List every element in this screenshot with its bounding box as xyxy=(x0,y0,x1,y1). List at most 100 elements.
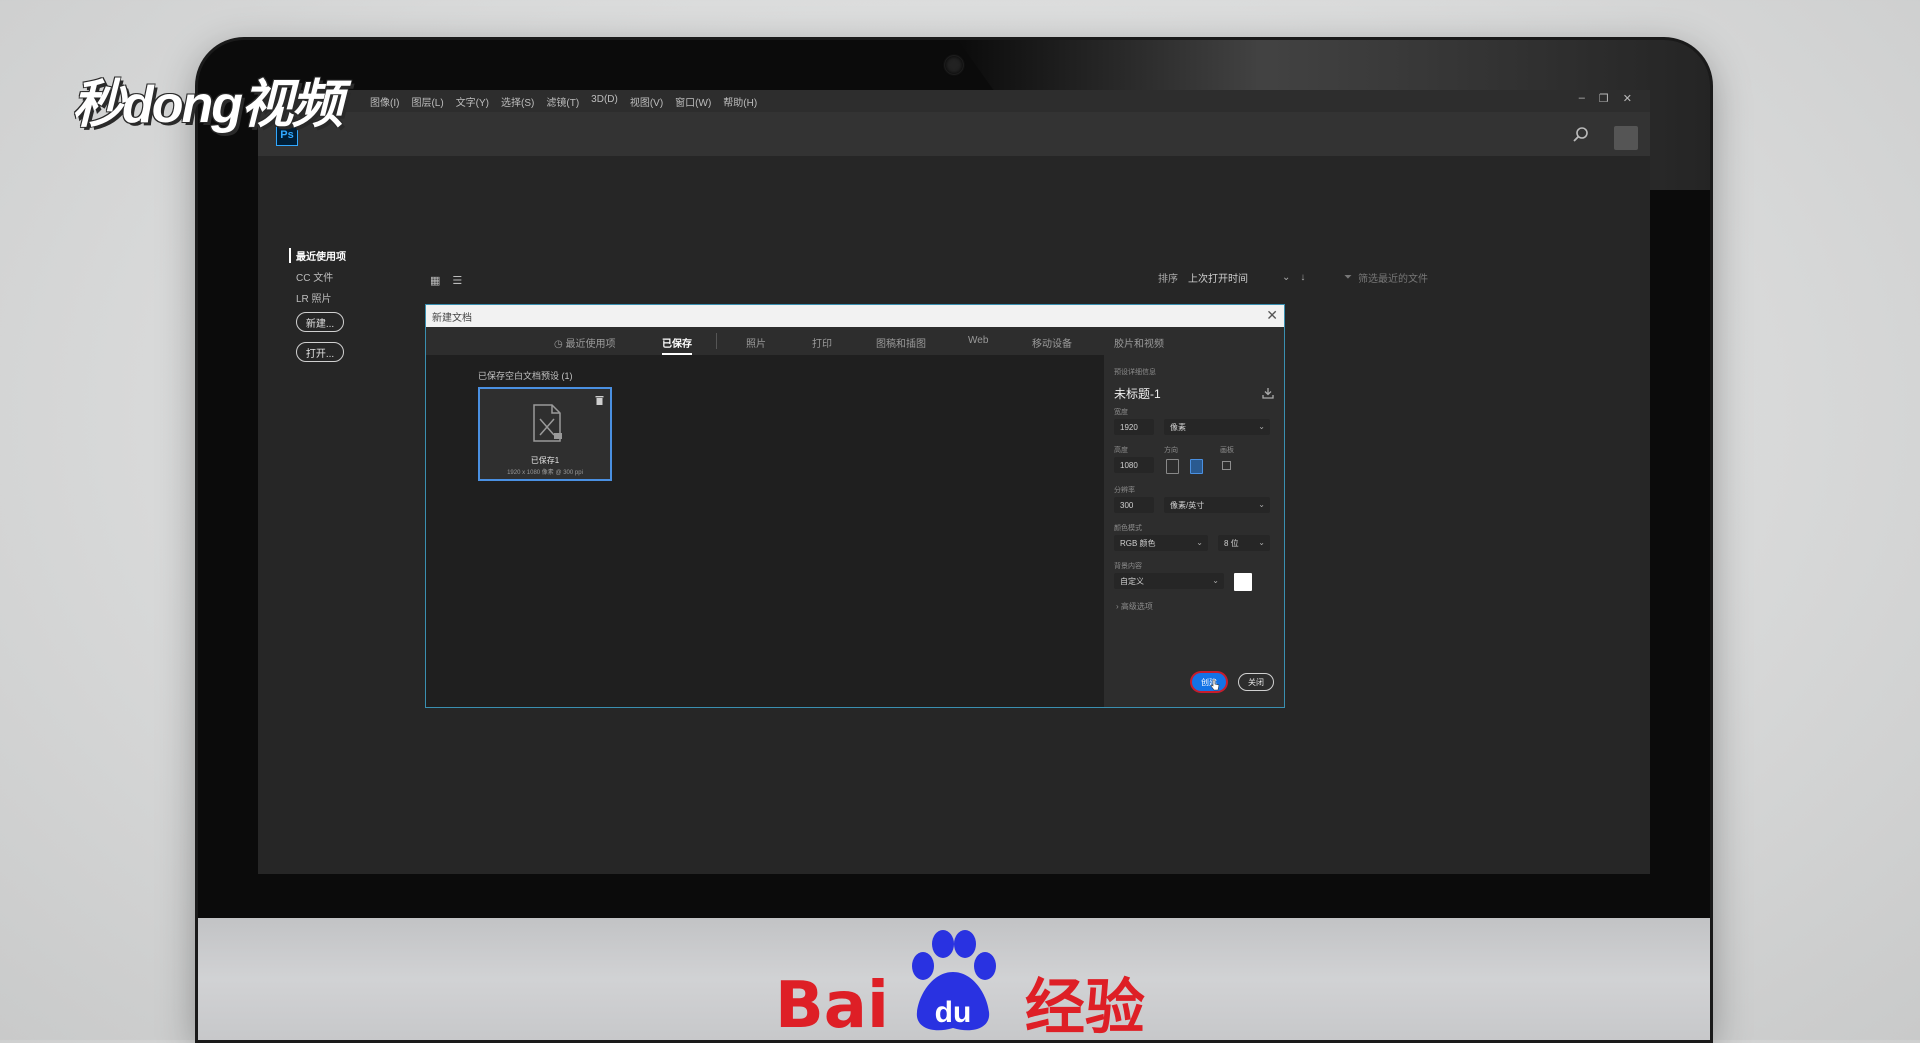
dialog-titlebar: 新建文档 ✕ xyxy=(426,305,1284,327)
menu-list: 图像(I) 图层(L) 文字(Y) 选择(S) 滤镜(T) 3D(D) 视图(V… xyxy=(370,94,757,109)
resolution-unit-value: 像素/英寸 xyxy=(1170,500,1205,510)
filter-bar[interactable]: ⏷ 筛选最近的文件 xyxy=(1344,270,1428,285)
menu-window[interactable]: 窗口(W) xyxy=(675,94,711,109)
advanced-options-toggle[interactable]: › 高级选项 xyxy=(1116,601,1153,612)
resolution-label: 分辨率 xyxy=(1114,487,1135,494)
preset-name: 已保存1 xyxy=(530,456,560,465)
details-section-label: 预设详细信息 xyxy=(1114,369,1156,376)
menu-filter[interactable]: 滤镜(T) xyxy=(546,94,579,109)
tab-art-illustration[interactable]: 图稿和插图 xyxy=(876,335,926,350)
save-preset-icon[interactable] xyxy=(1262,387,1274,399)
baidu-du-text: du xyxy=(935,996,972,1029)
tab-mobile[interactable]: 移动设备 xyxy=(1032,335,1072,350)
menu-3d[interactable]: 3D(D) xyxy=(591,94,618,109)
new-button[interactable]: 新建... xyxy=(296,312,344,332)
restore-button[interactable]: ❐ xyxy=(1599,92,1609,105)
resolution-input[interactable]: 300 xyxy=(1114,497,1154,513)
chevron-down-icon: ⌄ xyxy=(1196,538,1203,547)
menu-view[interactable]: 视图(V) xyxy=(630,94,663,109)
tab-divider xyxy=(716,333,717,349)
preset-card[interactable]: 已保存1 1920 x 1080 像素 @ 300 ppi xyxy=(478,387,612,481)
background-color-swatch[interactable] xyxy=(1234,573,1252,591)
nav-cc-files[interactable]: CC 文件 xyxy=(296,269,346,284)
grid-view-icon[interactable]: ▦ xyxy=(430,274,440,287)
preset-size: 1920 x 1080 像素 @ 300 ppi xyxy=(507,470,583,476)
menu-type[interactable]: 文字(Y) xyxy=(456,94,489,109)
color-mode-value: RGB 颜色 xyxy=(1120,538,1156,548)
menu-select[interactable]: 选择(S) xyxy=(501,94,534,109)
photoshop-window: 图像(I) 图层(L) 文字(Y) 选择(S) 滤镜(T) 3D(D) 视图(V… xyxy=(258,90,1650,874)
menu-image[interactable]: 图像(I) xyxy=(370,94,399,109)
sort-select[interactable]: 上次打开时间 xyxy=(1188,270,1272,285)
tab-print[interactable]: 打印 xyxy=(812,335,832,350)
document-icon xyxy=(533,404,562,442)
preset-heading: 已保存空白文档预设 (1) xyxy=(478,369,573,382)
chevron-down-icon: ⌄ xyxy=(1258,538,1265,547)
menu-layer[interactable]: 图层(L) xyxy=(411,94,443,109)
preset-count: (1) xyxy=(561,371,573,381)
menu-bar: 图像(I) 图层(L) 文字(Y) 选择(S) 滤镜(T) 3D(D) 视图(V… xyxy=(258,90,1650,112)
webcam xyxy=(945,56,963,74)
home-nav: 最近使用项 CC 文件 LR 照片 xyxy=(289,248,346,311)
sort-label: 排序 xyxy=(1158,274,1178,285)
color-mode-label: 颜色模式 xyxy=(1114,525,1142,532)
chevron-down-icon: ⌄ xyxy=(1258,422,1265,431)
chevron-down-icon: ⌄ xyxy=(1212,576,1219,585)
sort-direction-icon[interactable]: ↓ xyxy=(1300,272,1305,283)
open-button[interactable]: 打开... xyxy=(296,342,344,362)
width-unit-value: 像素 xyxy=(1170,422,1186,432)
list-view-icon[interactable]: ☰ xyxy=(452,274,462,287)
close-button[interactable]: 关闭 xyxy=(1238,673,1274,691)
tab-photo[interactable]: 照片 xyxy=(746,335,766,350)
menu-help[interactable]: 帮助(H) xyxy=(723,94,757,109)
color-mode-select[interactable]: RGB 颜色 ⌄ xyxy=(1114,535,1208,551)
baidu-bai-text: Bai xyxy=(775,969,889,1043)
nav-recent[interactable]: 最近使用项 xyxy=(289,248,346,263)
artboard-label: 画板 xyxy=(1220,447,1234,454)
tab-recent-label: 最近使用项 xyxy=(565,339,616,350)
artboard-checkbox[interactable] xyxy=(1222,461,1231,470)
tab-film-video[interactable]: 胶片和视频 xyxy=(1114,335,1164,350)
new-document-dialog: 新建文档 ✕ ◷ 最近使用项 已保存 照片 打印 图稿和插图 Web 移动设备 … xyxy=(425,304,1285,708)
jingyan-text: 经验 xyxy=(1024,974,1145,1041)
background-label: 背景内容 xyxy=(1114,563,1142,570)
dialog-tabs: ◷ 最近使用项 已保存 照片 打印 图稿和插图 Web 移动设备 胶片和视频 xyxy=(426,327,1284,355)
tab-saved[interactable]: 已保存 xyxy=(662,335,692,355)
close-window-button[interactable]: ✕ xyxy=(1623,92,1632,105)
document-name-field[interactable]: 未标题-1 xyxy=(1114,385,1161,402)
search-icon[interactable] xyxy=(1572,126,1590,144)
advanced-options-label: 高级选项 xyxy=(1120,602,1153,611)
video-watermark-logo: 秒dong视频 xyxy=(72,76,343,134)
tab-web[interactable]: Web xyxy=(968,335,988,346)
close-icon[interactable]: ✕ xyxy=(1266,307,1278,323)
dialog-title: 新建文档 xyxy=(432,312,472,324)
preset-heading-label: 已保存空白文档预设 xyxy=(478,371,560,381)
bit-depth-select[interactable]: 8 位 ⌄ xyxy=(1218,535,1270,551)
home-screen: 最近使用项 CC 文件 LR 照片 新建... 打开... ▦ ☰ 排序 上次打… xyxy=(258,156,1650,874)
trash-icon[interactable] xyxy=(595,395,604,405)
resolution-unit-select[interactable]: 像素/英寸 ⌄ xyxy=(1164,497,1270,513)
filter-icon: ⏷ xyxy=(1344,272,1352,283)
view-toggles: ▦ ☰ xyxy=(430,274,462,287)
height-label: 高度 xyxy=(1114,447,1128,454)
portrait-orientation-icon[interactable] xyxy=(1166,459,1179,474)
minimize-button[interactable]: – xyxy=(1579,92,1585,105)
landscape-orientation-icon[interactable] xyxy=(1190,459,1203,474)
options-bar xyxy=(258,112,1650,156)
tab-recent[interactable]: ◷ 最近使用项 xyxy=(554,335,616,350)
nav-lr-photos[interactable]: LR 照片 xyxy=(296,290,346,305)
height-input[interactable]: 1080 xyxy=(1114,457,1154,473)
background-select[interactable]: 自定义 ⌄ xyxy=(1114,573,1224,589)
baidu-jingyan-logo: Bai du 经验 xyxy=(775,928,1145,1038)
workspace-switcher[interactable] xyxy=(1614,126,1638,150)
pointer-hand-icon xyxy=(1210,679,1220,691)
filter-input[interactable]: 筛选最近的文件 xyxy=(1358,270,1428,285)
width-unit-select[interactable]: 像素 ⌄ xyxy=(1164,419,1270,435)
chevron-down-icon[interactable]: ⌄ xyxy=(1282,272,1290,283)
bit-depth-value: 8 位 xyxy=(1224,538,1239,548)
create-button[interactable]: 创建 xyxy=(1192,673,1226,691)
width-input[interactable]: 1920 xyxy=(1114,419,1154,435)
width-label: 宽度 xyxy=(1114,409,1128,416)
preset-details-panel: 预设详细信息 未标题-1 宽度 1920 像素 ⌄ 高度 方向 画板 1080 xyxy=(1104,355,1284,707)
clock-icon: ◷ xyxy=(554,339,563,350)
